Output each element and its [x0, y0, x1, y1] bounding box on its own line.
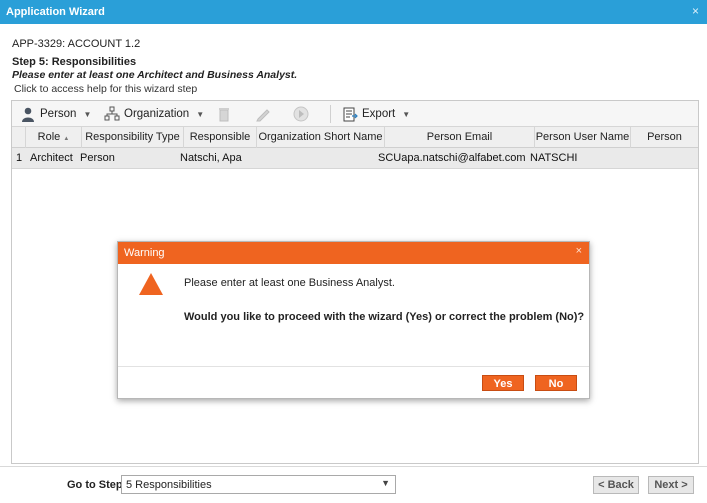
- go-to-step-label: Go to Step:: [67, 479, 127, 491]
- toolbar: Person ▼ Organization ▼ Export ▼: [12, 101, 698, 127]
- help-link[interactable]: Click to access help for this wizard ste…: [14, 83, 197, 95]
- delete-button[interactable]: [216, 105, 232, 123]
- no-button[interactable]: No: [535, 375, 577, 391]
- cell-person-user-name: NATSCHI: [530, 152, 578, 164]
- step-hint: Please enter at least one Architect and …: [12, 69, 298, 81]
- export-button-label: Export: [362, 108, 396, 120]
- next-button[interactable]: Next >: [648, 476, 694, 494]
- step-select-value: 5 Responsibilities: [126, 479, 212, 491]
- go-button[interactable]: [293, 105, 309, 123]
- cell-role: Architect: [30, 152, 73, 164]
- step-title: Step 5: Responsibilities: [12, 56, 137, 68]
- dialog-message: Please enter at least one Business Analy…: [184, 277, 395, 289]
- edit-icon: [256, 109, 270, 122]
- delete-icon: [219, 108, 229, 122]
- export-icon: [343, 107, 358, 122]
- warning-icon: [139, 273, 163, 295]
- row-number: 1: [16, 152, 23, 164]
- person-button[interactable]: Person ▼: [20, 105, 91, 123]
- column-header-organization-short-name[interactable]: Organization Short Name: [257, 127, 385, 148]
- dialog-titlebar: Warning ×: [118, 242, 589, 264]
- toolbar-divider: [330, 105, 331, 123]
- chevron-down-icon: ▼: [402, 109, 411, 119]
- export-button[interactable]: Export ▼: [342, 105, 410, 123]
- go-icon: [293, 106, 309, 122]
- dialog-close-icon[interactable]: ×: [576, 245, 582, 257]
- yes-button[interactable]: Yes: [482, 375, 524, 391]
- chevron-down-icon: ▼: [381, 478, 390, 488]
- cell-person-email: SCUapa.natschi@alfabet.com: [378, 152, 526, 164]
- edit-button[interactable]: [255, 105, 271, 123]
- cell-responsible: Natschi, Apa: [180, 152, 242, 164]
- column-header-responsible[interactable]: Responsible: [184, 127, 257, 148]
- column-header-responsibility-type[interactable]: Responsibility Type: [82, 127, 184, 148]
- column-header-role[interactable]: Role ▲: [26, 127, 82, 148]
- back-button[interactable]: < Back: [593, 476, 639, 494]
- step-select[interactable]: 5 Responsibilities ▼: [121, 475, 396, 494]
- window-close-icon[interactable]: ×: [692, 4, 699, 18]
- person-button-label: Person: [40, 108, 77, 120]
- grid-header: Role ▲ Responsibility Type Responsible O…: [12, 127, 698, 164]
- row-number-header: [12, 127, 26, 148]
- wizard-footer: Go to Step: 5 Responsibilities ▼ < Back …: [0, 466, 707, 503]
- dialog-question: Would you like to proceed with the wizar…: [184, 311, 585, 323]
- window-title: Application Wizard: [6, 6, 105, 18]
- column-header-person-user-name[interactable]: Person User Name: [535, 127, 631, 148]
- chevron-down-icon: ▼: [196, 109, 205, 119]
- column-header-person-email[interactable]: Person Email: [385, 127, 535, 148]
- chevron-down-icon: ▼: [83, 109, 92, 119]
- organization-icon: [104, 106, 120, 121]
- dialog-footer-divider: [118, 366, 589, 367]
- organization-button[interactable]: Organization ▼: [104, 105, 204, 123]
- column-header-person-phone[interactable]: Person Phone: [631, 127, 698, 164]
- dialog-title: Warning: [124, 247, 165, 259]
- window-titlebar: Application Wizard ×: [0, 0, 707, 24]
- table-row[interactable]: 1 Architect Person Natschi, Apa SCUapa.n…: [12, 148, 698, 169]
- sort-ascending-icon: ▲: [63, 136, 70, 142]
- organization-button-label: Organization: [124, 108, 190, 120]
- header: APP-3329: ACCOUNT 1.2: [12, 38, 140, 50]
- application-id: APP-3329: ACCOUNT 1.2: [12, 38, 141, 50]
- person-icon: [22, 107, 34, 122]
- cell-responsibility-type: Person: [80, 152, 115, 164]
- warning-dialog: Warning × Please enter at least one Busi…: [117, 241, 590, 399]
